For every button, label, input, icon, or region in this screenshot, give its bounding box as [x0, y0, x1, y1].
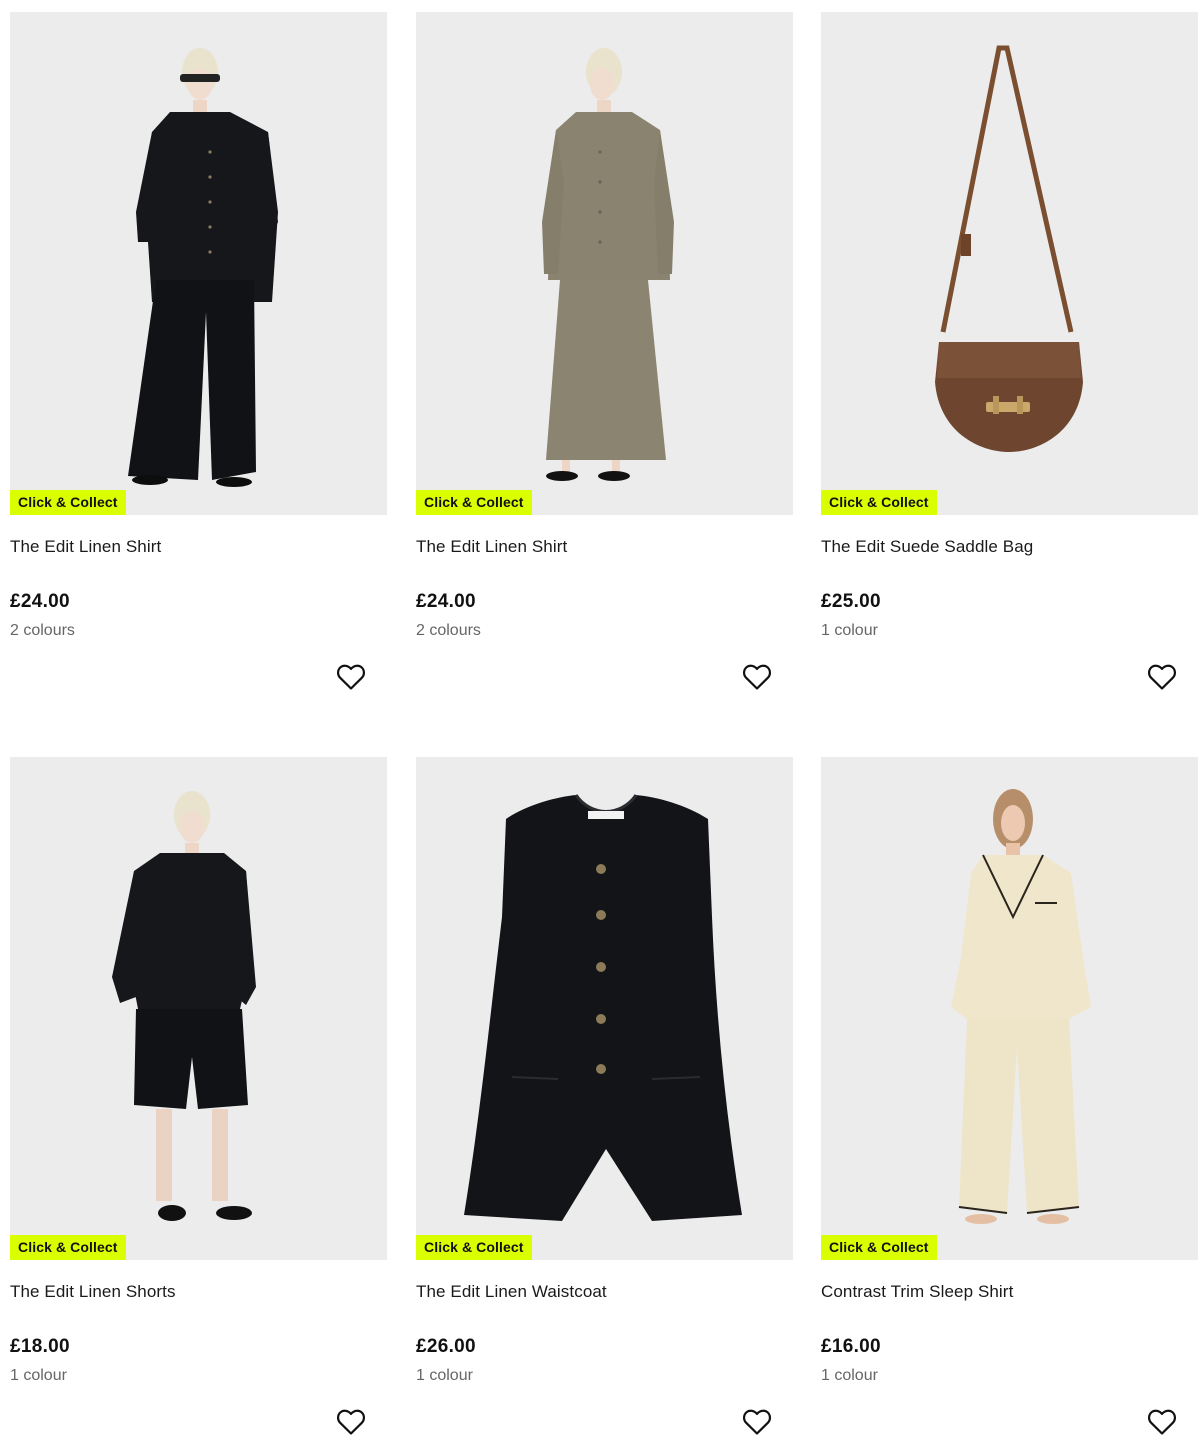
product-card[interactable]: Click & Collect The Edit Linen Waistcoat…: [416, 757, 793, 1441]
favourite-button[interactable]: [1147, 1408, 1177, 1436]
product-price: £25.00: [821, 591, 881, 612]
heart-icon: [336, 1409, 366, 1435]
product-price: £16.00: [821, 1336, 881, 1357]
click-and-collect-badge: Click & Collect: [10, 490, 126, 515]
product-card[interactable]: Click & Collect The Edit Linen Shirt £24…: [416, 12, 793, 702]
product-price: £24.00: [416, 591, 476, 612]
heart-icon: [1147, 664, 1177, 690]
click-and-collect-badge: Click & Collect: [821, 1235, 937, 1260]
product-image[interactable]: Click & Collect: [821, 12, 1198, 515]
product-image[interactable]: Click & Collect: [10, 12, 387, 515]
product-name[interactable]: The Edit Linen Shorts: [10, 1282, 176, 1302]
product-name[interactable]: The Edit Linen Shirt: [416, 537, 567, 557]
click-and-collect-badge: Click & Collect: [10, 1235, 126, 1260]
click-and-collect-badge: Click & Collect: [416, 1235, 532, 1260]
product-name[interactable]: The Edit Suede Saddle Bag: [821, 537, 1033, 557]
favourite-button[interactable]: [742, 1408, 772, 1436]
product-image[interactable]: Click & Collect: [416, 757, 793, 1260]
product-card[interactable]: Click & Collect The Edit Linen Shorts £1…: [10, 757, 387, 1441]
product-card[interactable]: Click & Collect The Edit Linen Shirt £24…: [10, 12, 387, 702]
product-price: £26.00: [416, 1336, 476, 1357]
product-price: £18.00: [10, 1336, 70, 1357]
product-colour-count: 1 colour: [416, 1367, 473, 1384]
product-name[interactable]: Contrast Trim Sleep Shirt: [821, 1282, 1013, 1302]
product-image[interactable]: Click & Collect: [10, 757, 387, 1260]
product-colour-count: 2 colours: [416, 622, 481, 639]
product-card[interactable]: Click & Collect Contrast Trim Sleep Shir…: [821, 757, 1198, 1441]
product-name[interactable]: The Edit Linen Shirt: [10, 537, 161, 557]
favourite-button[interactable]: [336, 1408, 366, 1436]
heart-icon: [742, 1409, 772, 1435]
heart-icon: [336, 664, 366, 690]
product-colour-count: 1 colour: [10, 1367, 67, 1384]
favourite-button[interactable]: [336, 663, 366, 691]
product-image[interactable]: Click & Collect: [821, 757, 1198, 1260]
product-image[interactable]: Click & Collect: [416, 12, 793, 515]
heart-icon: [1147, 1409, 1177, 1435]
click-and-collect-badge: Click & Collect: [821, 490, 937, 515]
click-and-collect-badge: Click & Collect: [416, 490, 532, 515]
product-colour-count: 1 colour: [821, 1367, 878, 1384]
product-price: £24.00: [10, 591, 70, 612]
heart-icon: [742, 664, 772, 690]
product-colour-count: 2 colours: [10, 622, 75, 639]
product-colour-count: 1 colour: [821, 622, 878, 639]
favourite-button[interactable]: [1147, 663, 1177, 691]
favourite-button[interactable]: [742, 663, 772, 691]
product-grid: Click & Collect The Edit Linen Shirt £24…: [0, 0, 1200, 1441]
product-card[interactable]: Click & Collect The Edit Suede Saddle Ba…: [821, 12, 1198, 702]
product-name[interactable]: The Edit Linen Waistcoat: [416, 1282, 607, 1302]
